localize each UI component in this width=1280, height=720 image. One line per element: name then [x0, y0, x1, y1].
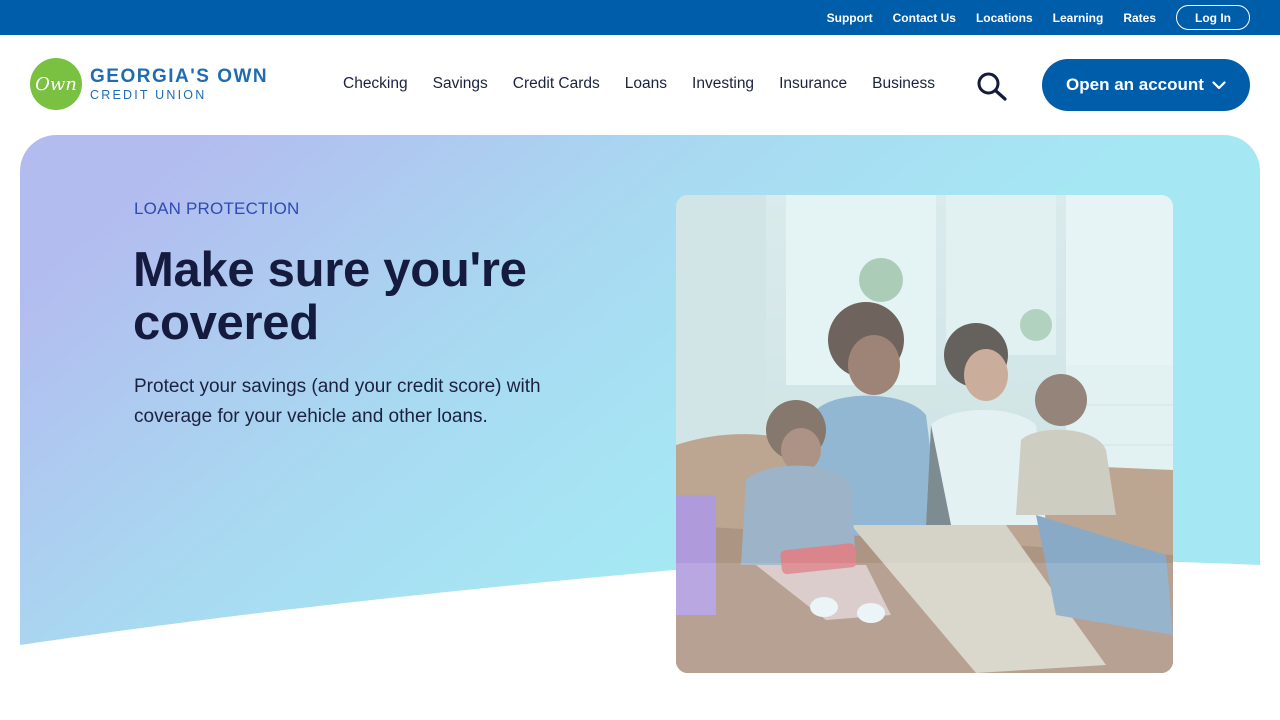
utility-link-rates[interactable]: Rates [1123, 11, 1156, 25]
nav-item-insurance[interactable]: Insurance [779, 75, 847, 93]
hero-photo [676, 195, 1173, 673]
open-account-button[interactable]: Open an account [1042, 59, 1250, 111]
chevron-down-icon [1212, 80, 1226, 89]
hero-subtext: Protect your savings (and your credit sc… [134, 376, 541, 427]
logo-badge: Own [30, 58, 82, 110]
nav-item-checking[interactable]: Checking [343, 75, 408, 93]
utility-link-support[interactable]: Support [827, 11, 873, 25]
utility-link-contact-us[interactable]: Contact Us [893, 11, 956, 25]
search-icon [977, 72, 1007, 101]
utility-bar: Support Contact Us Locations Learning Ra… [0, 0, 1280, 35]
search-button[interactable] [976, 71, 1008, 101]
logo-subname: CREDIT UNION [90, 87, 207, 102]
logo-name: GEORGIA'S OWN [90, 65, 269, 87]
nav-item-savings[interactable]: Savings [433, 75, 488, 93]
hero-headline: Make sure you're covered [133, 243, 527, 350]
login-button[interactable]: Log In [1176, 5, 1250, 30]
brand-logo[interactable]: Own GEORGIA'S OWN CREDIT UNION [30, 58, 268, 110]
open-account-label: Open an account [1066, 75, 1204, 94]
nav-item-credit-cards[interactable]: Credit Cards [513, 75, 600, 93]
utility-link-learning[interactable]: Learning [1053, 11, 1104, 25]
primary-nav: Checking Savings Credit Cards Loans Inve… [343, 75, 960, 93]
utility-link-locations[interactable]: Locations [976, 11, 1033, 25]
family-photo-illustration [676, 195, 1173, 673]
nav-item-investing[interactable]: Investing [692, 75, 754, 93]
main-header: Own GEORGIA'S OWN CREDIT UNION Checking … [0, 35, 1280, 135]
hero-eyebrow: LOAN PROTECTION [134, 199, 300, 218]
nav-item-loans[interactable]: Loans [625, 75, 667, 93]
logo-text: GEORGIA'S OWN CREDIT UNION [90, 67, 268, 102]
nav-item-business[interactable]: Business [872, 75, 935, 93]
